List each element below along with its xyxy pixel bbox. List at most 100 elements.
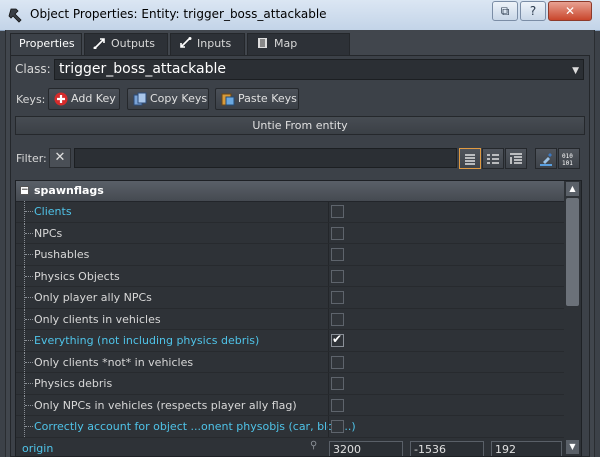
class-combobox[interactable]: trigger_boss_attackable ▼ xyxy=(54,59,584,80)
tab-inputs[interactable]: Inputs xyxy=(170,33,245,55)
list-icon xyxy=(465,154,475,165)
column-divider xyxy=(328,351,329,372)
clear-filter-button[interactable]: ✕ xyxy=(49,148,71,168)
flag-checkbox[interactable] xyxy=(331,269,344,283)
flag-checkbox[interactable] xyxy=(331,248,344,261)
hammer-icon xyxy=(8,8,22,23)
section-title: spawnflags xyxy=(34,184,104,197)
tab-label: Inputs xyxy=(197,37,232,50)
chevron-down-icon: ▼ xyxy=(572,66,579,76)
title-bar: Object Properties: Entity: trigger_boss_… xyxy=(0,0,600,31)
outputs-icon xyxy=(93,38,105,49)
tab-label: Outputs xyxy=(111,37,155,50)
tree-branch xyxy=(25,383,33,384)
flag-row[interactable]: Only clients in vehicles xyxy=(16,308,564,330)
flag-row[interactable]: Everything (not including physics debris… xyxy=(16,330,564,352)
vertical-scrollbar[interactable]: ▲ ▼ xyxy=(564,181,581,456)
close-button[interactable]: ✕ xyxy=(548,1,592,21)
flag-label: Pushables xyxy=(34,248,90,261)
origin-label: origin xyxy=(22,442,54,455)
origin-row: origin ⚲ 3200 -1536 192 xyxy=(16,440,564,456)
flag-checkbox[interactable] xyxy=(331,420,344,433)
copy-keys-button[interactable]: Copy Keys xyxy=(127,88,209,110)
section-header-spawnflags[interactable]: − spawnflags xyxy=(16,181,564,202)
flag-checkbox[interactable] xyxy=(331,377,344,390)
tree-branch xyxy=(25,254,33,255)
flag-row[interactable]: Physics debris xyxy=(16,373,564,395)
column-divider xyxy=(328,265,329,286)
pin-icon: ⚲ xyxy=(310,440,318,451)
checklist-view-button[interactable] xyxy=(482,148,504,169)
add-key-button[interactable]: Add Key xyxy=(48,88,120,110)
untie-from-entity-button[interactable]: Untie From entity xyxy=(15,116,585,135)
column-divider xyxy=(328,201,329,222)
sorted-list-icon xyxy=(510,153,522,164)
tree-branch xyxy=(25,318,33,320)
copy-icon xyxy=(133,92,147,106)
eyedropper-icon xyxy=(540,153,552,166)
flag-label: Only player ally NPCs xyxy=(34,291,152,304)
binary-icon: 010101 xyxy=(562,153,573,166)
eyedropper-button[interactable] xyxy=(535,148,557,169)
svg-text:010: 010 xyxy=(562,153,573,160)
origin-x-field[interactable]: 3200 xyxy=(329,441,403,456)
window-title: Object Properties: Entity: trigger_boss_… xyxy=(30,7,327,21)
origin-z-field[interactable]: 192 xyxy=(491,441,562,456)
flag-label: Only clients in vehicles xyxy=(34,312,161,326)
column-divider xyxy=(328,244,329,265)
flag-label: Only clients *not* in vehicles xyxy=(34,355,194,369)
tab-map-variables[interactable]: Map Variables xyxy=(247,33,350,70)
flag-row[interactable]: Only NPCs in vehicles (respects player a… xyxy=(16,394,564,416)
flag-label: Physics debris xyxy=(34,377,113,390)
tab-label: Properties xyxy=(19,37,75,50)
column-divider xyxy=(328,330,329,351)
class-label: Class: xyxy=(15,62,51,76)
column-divider xyxy=(328,222,329,243)
flag-checkbox[interactable] xyxy=(331,398,344,412)
flag-label: Correctly account for object ...onent ph… xyxy=(34,420,356,433)
flag-row[interactable]: Physics Objects xyxy=(16,265,564,287)
flag-label: Only NPCs in vehicles (respects player a… xyxy=(34,398,297,412)
origin-y-field[interactable]: -1536 xyxy=(410,441,484,456)
list-view-button[interactable] xyxy=(459,148,481,169)
filter-label: Filter: xyxy=(16,152,47,165)
flag-row[interactable]: NPCs xyxy=(16,222,564,244)
flag-checkbox[interactable] xyxy=(331,355,344,369)
scroll-down-icon[interactable]: ▼ xyxy=(566,440,579,454)
scroll-thumb[interactable] xyxy=(566,198,579,306)
flag-checkbox[interactable] xyxy=(331,332,344,347)
flag-checkbox[interactable] xyxy=(331,291,344,304)
flag-checkbox[interactable] xyxy=(331,205,344,218)
restore-button[interactable]: ⧉ xyxy=(492,1,518,21)
tree-branch xyxy=(25,340,33,341)
sort-view-button[interactable] xyxy=(505,148,527,169)
flag-row[interactable]: Only clients *not* in vehicles xyxy=(16,351,564,373)
scroll-up-icon[interactable]: ▲ xyxy=(566,182,579,196)
flag-row[interactable]: Correctly account for object ...onent ph… xyxy=(16,416,564,438)
column-divider xyxy=(328,394,329,415)
paste-keys-button[interactable]: Paste Keys xyxy=(215,88,299,110)
flag-checkbox[interactable] xyxy=(331,312,344,326)
smartedit-button[interactable]: 010 101 xyxy=(558,148,580,169)
property-grid: − spawnflags Clients NPCs Pushables Physics… xyxy=(15,180,582,457)
flag-label: Physics Objects xyxy=(34,269,120,283)
filter-input[interactable] xyxy=(74,148,457,168)
tree-branch xyxy=(25,232,33,234)
tree-branch xyxy=(25,404,33,406)
class-value: trigger_boss_attackable xyxy=(59,61,226,77)
checklist-icon xyxy=(487,154,499,164)
flag-row[interactable]: Only player ally NPCs xyxy=(16,287,564,309)
tab-outputs[interactable]: Outputs xyxy=(84,33,168,55)
flag-checkbox[interactable] xyxy=(331,226,344,240)
flag-row[interactable]: Pushables xyxy=(16,244,564,266)
keys-label: Keys: xyxy=(16,93,46,106)
help-button[interactable]: ? xyxy=(520,1,546,21)
flag-row[interactable]: Clients xyxy=(16,201,564,223)
collapse-icon[interactable]: − xyxy=(20,186,29,195)
tree-branch xyxy=(25,297,33,298)
tree-branch xyxy=(25,275,33,277)
svg-text:101: 101 xyxy=(562,160,573,166)
flag-label: NPCs xyxy=(34,226,63,240)
tree-branch xyxy=(25,211,33,212)
tab-properties[interactable]: Properties xyxy=(10,33,82,56)
